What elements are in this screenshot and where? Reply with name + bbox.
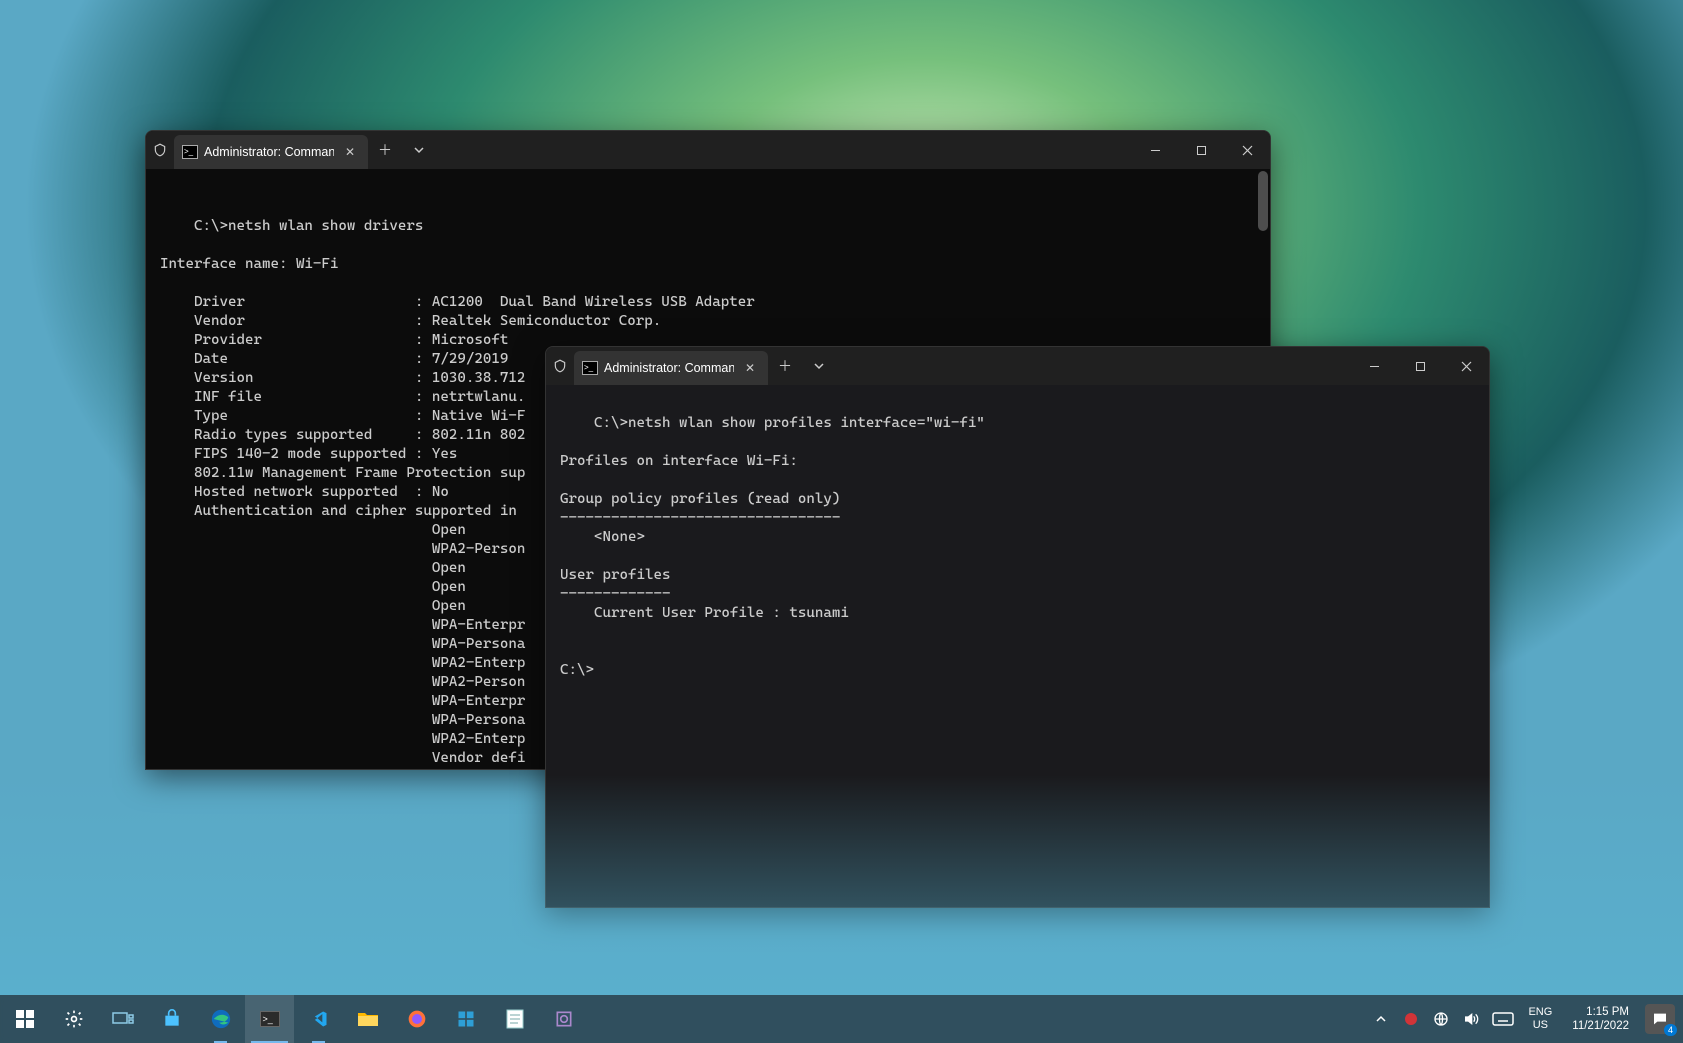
start-button[interactable] xyxy=(0,995,49,1043)
titlebar[interactable]: >_ Administrator: Command Prompt ✕ ＋ xyxy=(146,131,1270,169)
maximize-button[interactable] xyxy=(1397,347,1443,385)
notepad-icon[interactable] xyxy=(490,995,539,1043)
tab-dropdown-icon[interactable] xyxy=(802,347,836,385)
clock[interactable]: 1:15 PM 11/21/2022 xyxy=(1564,1005,1637,1033)
titlebar[interactable]: >_ Administrator: Command Prompt ✕ ＋ xyxy=(546,347,1489,385)
network-icon[interactable] xyxy=(1430,1011,1452,1027)
tab-close-icon[interactable]: ✕ xyxy=(340,142,360,162)
tab-close-icon[interactable]: ✕ xyxy=(740,358,760,378)
lang-primary: ENG xyxy=(1528,1006,1552,1019)
terminal-text: C:\>netsh wlan show profiles interface="… xyxy=(560,415,985,678)
tab-dropdown-icon[interactable] xyxy=(402,131,436,169)
cmd-icon: >_ xyxy=(182,145,198,159)
taskbar[interactable]: >_ xyxy=(0,995,1683,1043)
close-button[interactable] xyxy=(1224,131,1270,169)
tab-cmd[interactable]: >_ Administrator: Command Prompt ✕ xyxy=(174,135,368,169)
time: 1:15 PM xyxy=(1586,1005,1629,1019)
minimize-button[interactable] xyxy=(1351,347,1397,385)
tray-app-icon[interactable] xyxy=(1400,1012,1422,1026)
terminal-window-2[interactable]: >_ Administrator: Command Prompt ✕ ＋ C:\… xyxy=(545,346,1490,908)
notification-badge: 4 xyxy=(1664,1024,1677,1036)
app-icon-1[interactable] xyxy=(441,995,490,1043)
app-icon-2[interactable] xyxy=(539,995,588,1043)
date: 11/21/2022 xyxy=(1572,1019,1629,1033)
tab-cmd[interactable]: >_ Administrator: Command Prompt ✕ xyxy=(574,351,768,385)
keyboard-icon[interactable] xyxy=(1490,1012,1516,1026)
tab-label: Administrator: Command Prompt xyxy=(204,145,334,159)
shield-icon xyxy=(146,131,174,169)
tray-chevron-icon[interactable] xyxy=(1370,1013,1392,1025)
vscode-icon[interactable] xyxy=(294,995,343,1043)
new-tab-button[interactable]: ＋ xyxy=(768,347,802,385)
scrollbar[interactable] xyxy=(1258,171,1268,231)
settings-icon[interactable] xyxy=(49,995,98,1043)
terminal-output[interactable]: C:\>netsh wlan show profiles interface="… xyxy=(546,385,1489,907)
edge-icon[interactable] xyxy=(196,995,245,1043)
new-tab-button[interactable]: ＋ xyxy=(368,131,402,169)
close-button[interactable] xyxy=(1443,347,1489,385)
maximize-button[interactable] xyxy=(1178,131,1224,169)
volume-icon[interactable] xyxy=(1460,1011,1482,1027)
lang-secondary: US xyxy=(1533,1019,1548,1032)
tab-label: Administrator: Command Prompt xyxy=(604,361,734,375)
explorer-icon[interactable] xyxy=(343,995,392,1043)
language-indicator[interactable]: ENG US xyxy=(1524,1006,1556,1032)
firefox-icon[interactable] xyxy=(392,995,441,1043)
terminal-icon[interactable]: >_ xyxy=(245,995,294,1043)
minimize-button[interactable] xyxy=(1132,131,1178,169)
shield-icon xyxy=(546,347,574,385)
taskview-icon[interactable] xyxy=(98,995,147,1043)
notifications-icon[interactable]: 4 xyxy=(1645,1004,1675,1034)
store-icon[interactable] xyxy=(147,995,196,1043)
cmd-icon: >_ xyxy=(582,361,598,375)
